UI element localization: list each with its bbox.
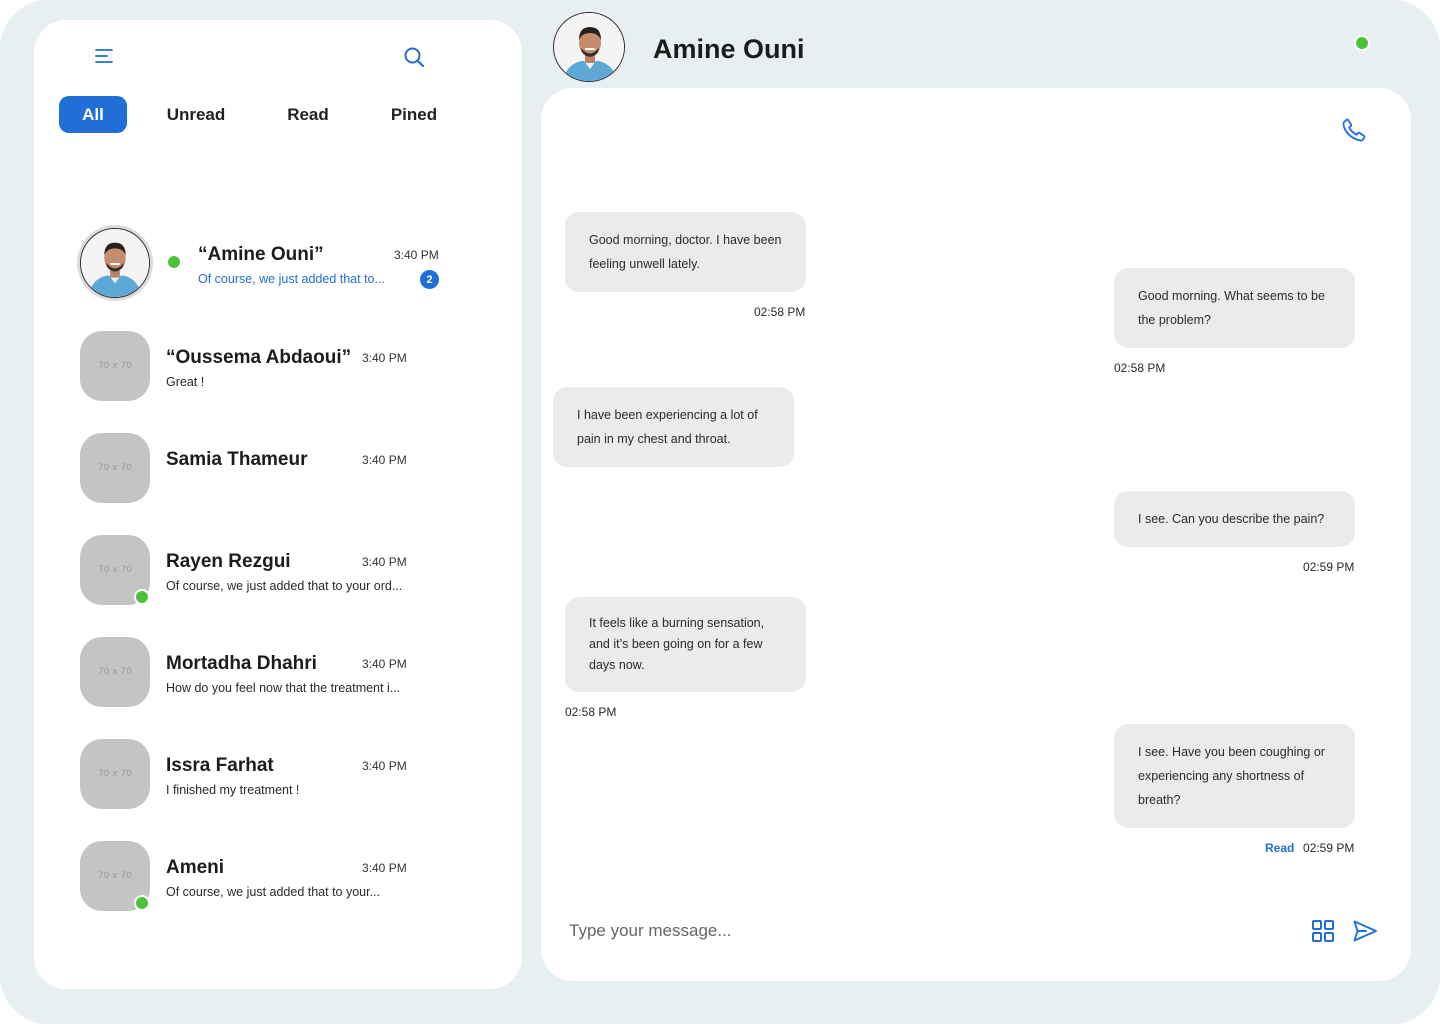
message-bubble-outgoing: I see. Have you been coughing or experie… bbox=[1114, 724, 1355, 828]
message-bubble-incoming: I have been experiencing a lot of pain i… bbox=[553, 387, 794, 467]
conversation-name: Issra Farhat bbox=[166, 755, 274, 776]
online-status-dot bbox=[134, 589, 150, 605]
chat-contact-name: Amine Ouni bbox=[653, 34, 805, 64]
conversation-preview: Of course, we just added that to your... bbox=[166, 885, 381, 899]
avatar-placeholder: 70 x 70 bbox=[80, 739, 150, 809]
phone-icon[interactable] bbox=[1341, 117, 1367, 143]
conversation-item-ameni[interactable]: 70 x 70 Ameni 3:40 PM Of course, we just… bbox=[34, 841, 522, 921]
avatar-placeholder: 70 x 70 bbox=[80, 331, 150, 401]
conversation-time: 3:40 PM bbox=[362, 453, 407, 467]
send-icon[interactable] bbox=[1352, 918, 1378, 944]
conversation-time: 3:40 PM bbox=[362, 351, 407, 365]
message-time: 02:59 PM bbox=[1303, 560, 1355, 574]
conversation-preview: Great ! bbox=[166, 375, 205, 389]
message-bubble-incoming: It feels like a burning sensation, and i… bbox=[565, 597, 806, 692]
conversation-preview: I finished my treatment ! bbox=[166, 783, 300, 797]
conversation-time: 3:40 PM bbox=[362, 657, 407, 671]
conversation-name: “Oussema Abdaoui” bbox=[166, 347, 352, 368]
conversation-sidebar: All Unread Read Pined “Amine Ouni” 3:40 … bbox=[34, 20, 522, 989]
chat-contact-avatar[interactable] bbox=[553, 12, 625, 82]
conversation-item-issra-farhat[interactable]: 70 x 70 Issra Farhat 3:40 PM I finished … bbox=[34, 739, 522, 819]
message-input[interactable] bbox=[569, 914, 1289, 948]
tab-pinned[interactable]: Pined bbox=[386, 96, 442, 133]
conversation-name: Mortadha Dhahri bbox=[166, 653, 317, 674]
read-receipt-label: Read bbox=[1265, 841, 1295, 855]
conversation-time: 3:40 PM bbox=[394, 248, 439, 262]
avatar bbox=[80, 228, 150, 298]
conversation-time: 3:40 PM bbox=[362, 861, 407, 875]
conversation-name: Ameni bbox=[166, 857, 225, 878]
unread-count-badge: 2 bbox=[420, 270, 439, 289]
conversation-name: Samia Thameur bbox=[166, 449, 308, 470]
chat-panel: Good morning, doctor. I have been feelin… bbox=[541, 88, 1411, 981]
person-photo-icon bbox=[81, 229, 149, 297]
grid-icon[interactable] bbox=[1311, 919, 1335, 943]
message-time: 02:59 PM bbox=[1303, 841, 1355, 855]
online-status-dot bbox=[1354, 35, 1370, 51]
conversation-item-rayen-rezgui[interactable]: 70 x 70 Rayen Rezgui 3:40 PM Of course, … bbox=[34, 535, 522, 615]
message-bubble-outgoing: Good morning. What seems to be the probl… bbox=[1114, 268, 1355, 348]
online-status-dot bbox=[134, 895, 150, 911]
conversation-item-oussema-abdaoui[interactable]: 70 x 70 “Oussema Abdaoui” 3:40 PM Great … bbox=[34, 331, 522, 411]
conversation-preview: How do you feel now that the treatment i… bbox=[166, 681, 401, 695]
message-bubble-incoming: Good morning, doctor. I have been feelin… bbox=[565, 212, 806, 292]
conversation-item-amine-ouni[interactable]: “Amine Ouni” 3:40 PM Of course, we just … bbox=[34, 228, 522, 308]
tab-unread[interactable]: Unread bbox=[159, 96, 233, 133]
conversation-time: 3:40 PM bbox=[362, 759, 407, 773]
tab-all[interactable]: All bbox=[59, 96, 127, 133]
online-status-dot bbox=[166, 254, 182, 270]
conversation-preview: Of course, we just added that to your or… bbox=[166, 579, 403, 593]
conversation-name: Rayen Rezgui bbox=[166, 551, 291, 572]
avatar-placeholder: 70 x 70 bbox=[80, 637, 150, 707]
avatar-placeholder: 70 x 70 bbox=[80, 433, 150, 503]
conversation-item-mortadha-dhahri[interactable]: 70 x 70 Mortadha Dhahri 3:40 PM How do y… bbox=[34, 637, 522, 717]
search-icon[interactable] bbox=[403, 46, 425, 68]
message-time: 02:58 PM bbox=[565, 705, 617, 719]
person-photo-icon bbox=[555, 13, 624, 81]
conversation-preview: Of course, we just added that to... bbox=[198, 272, 385, 286]
tab-read[interactable]: Read bbox=[279, 96, 337, 133]
message-bubble-outgoing: I see. Can you describe the pain? bbox=[1114, 491, 1355, 547]
message-time: 02:58 PM bbox=[754, 305, 806, 319]
menu-icon[interactable] bbox=[95, 47, 113, 65]
conversation-name: “Amine Ouni” bbox=[198, 244, 324, 265]
conversation-time: 3:40 PM bbox=[362, 555, 407, 569]
message-time: 02:58 PM bbox=[1114, 361, 1166, 375]
app-frame: All Unread Read Pined “Amine Ouni” 3:40 … bbox=[0, 0, 1440, 1024]
conversation-item-samia-thameur[interactable]: 70 x 70 Samia Thameur 3:40 PM bbox=[34, 433, 522, 513]
